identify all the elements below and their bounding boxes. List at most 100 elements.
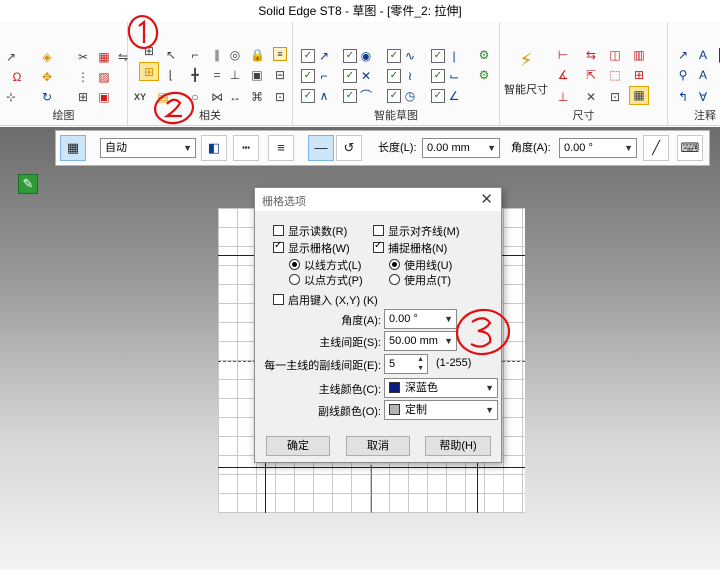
- major-spacing-input[interactable]: 50.00 mm ▼: [384, 331, 457, 351]
- xy-icon[interactable]: XY: [130, 90, 150, 104]
- intellisketch-check-icon[interactable]: [431, 49, 445, 63]
- leader-icon[interactable]: ↗: [676, 48, 690, 62]
- show-readout-checkbox[interactable]: [273, 225, 284, 236]
- datum-icon[interactable]: ▐: [712, 48, 720, 62]
- chamfer-dimension-icon[interactable]: ⇱: [584, 68, 598, 82]
- vertical-icon[interactable]: |: [447, 49, 461, 63]
- key-entry-checkbox[interactable]: [273, 294, 284, 305]
- length-input[interactable]: 0.00 mm ▼: [422, 138, 500, 158]
- intellisketch-check-icon[interactable]: [301, 89, 315, 103]
- feature-control-icon[interactable]: A: [696, 68, 710, 82]
- corner-icon[interactable]: ⌊: [164, 68, 178, 82]
- intellisketch-options-icon[interactable]: ⚙: [477, 48, 491, 62]
- point-mode-radio[interactable]: [289, 274, 300, 285]
- point-tool-icon[interactable]: ⊹: [4, 90, 18, 104]
- symmetric-icon[interactable]: ⋈: [210, 90, 224, 104]
- angle-input[interactable]: 0.00 ° ▼: [559, 138, 637, 158]
- offset-tool-icon[interactable]: ⋮: [76, 70, 90, 84]
- intersection-icon[interactable]: ✕: [359, 69, 373, 83]
- symmetric-diameter-icon[interactable]: ⇆: [584, 48, 598, 62]
- move-tool-icon[interactable]: ✥: [40, 70, 54, 84]
- line-mode-icon[interactable]: —: [308, 135, 334, 161]
- parallel-icon[interactable]: ∥: [210, 48, 224, 62]
- curve-icon[interactable]: ∿: [403, 49, 417, 63]
- perpendicular-icon[interactable]: ╋: [188, 68, 202, 82]
- rotate-tool-icon[interactable]: ↻: [40, 90, 54, 104]
- intellisketch-check-icon[interactable]: [387, 89, 401, 103]
- intellisketch-check-icon[interactable]: [387, 49, 401, 63]
- horizontal-snap-icon[interactable]: ⌙: [447, 69, 461, 83]
- surface-texture-icon[interactable]: ∀: [696, 90, 710, 104]
- close-icon[interactable]: ✕: [480, 190, 493, 208]
- radius-dimension-icon[interactable]: ◫: [608, 48, 622, 62]
- cursor-icon[interactable]: ↖: [164, 48, 178, 62]
- dimension-style-icon[interactable]: ⊡: [608, 90, 622, 104]
- arc-tool-icon[interactable]: Ω: [10, 70, 24, 84]
- show-grid-checkbox[interactable]: [273, 240, 284, 253]
- lock-icon[interactable]: 🔒: [250, 48, 265, 62]
- smart-dimension-icon[interactable]: ⚡: [515, 49, 537, 71]
- intellisketch-check-icon[interactable]: [343, 49, 357, 63]
- concentric-icon[interactable]: ◎: [228, 48, 242, 62]
- help-button[interactable]: 帮助(H): [425, 436, 491, 456]
- grid-style-icon[interactable]: ▦: [60, 135, 86, 161]
- pattern-tool-icon[interactable]: ▦: [97, 50, 111, 64]
- relation-helper-icon[interactable]: ⊟: [273, 68, 287, 82]
- callout-icon[interactable]: ↰: [676, 90, 690, 104]
- maintain-relation-icon[interactable]: ≡: [273, 47, 287, 61]
- major-color-select[interactable]: 深蓝色 ▼: [384, 378, 498, 398]
- intellisketch-check-icon[interactable]: [431, 69, 445, 83]
- intellisketch-check-icon[interactable]: [343, 69, 357, 83]
- horizontal-icon[interactable]: ⊥: [228, 68, 242, 82]
- diameter-dimension-icon[interactable]: ⬚: [608, 68, 622, 82]
- intellisketch-settings-icon[interactable]: ⚙: [477, 68, 491, 82]
- balloon-icon[interactable]: ⚲: [676, 68, 690, 82]
- fill-area-icon[interactable]: ▣: [97, 90, 111, 104]
- line-tool-icon[interactable]: ↗: [4, 50, 18, 64]
- match-icon[interactable]: ⌘: [250, 90, 264, 104]
- ok-button[interactable]: 确定: [266, 436, 330, 456]
- keyboard-icon[interactable]: ⌨: [677, 135, 703, 161]
- endpoint-icon[interactable]: ↗: [317, 49, 331, 63]
- line-type-icon[interactable]: ┅: [233, 135, 259, 161]
- intellisketch-check-icon[interactable]: [387, 69, 401, 83]
- use-points-radio[interactable]: [389, 274, 400, 285]
- text-icon[interactable]: A: [696, 48, 710, 62]
- minor-color-select[interactable]: 定制 ▼: [384, 400, 498, 420]
- smart-dimension-label[interactable]: 智能尺寸: [504, 81, 548, 97]
- attach-dimension-icon[interactable]: ▥: [632, 48, 646, 62]
- spin-arrows-icon[interactable]: ▲ ▼: [417, 355, 424, 373]
- cancel-button[interactable]: 取消: [346, 436, 410, 456]
- angle-line-icon[interactable]: ╱: [643, 135, 669, 161]
- hatch-tool-icon[interactable]: ▨: [97, 70, 111, 84]
- intellisketch-check-icon[interactable]: [431, 89, 445, 103]
- intellisketch-check-icon[interactable]: [301, 69, 315, 83]
- color-fill-icon[interactable]: ◧: [201, 135, 227, 161]
- tangent-snap-icon[interactable]: ∧: [317, 89, 331, 103]
- collinear-icon[interactable]: ↔: [228, 90, 242, 104]
- equal-icon[interactable]: =: [210, 68, 224, 82]
- relation-handles-icon[interactable]: ⊡: [273, 90, 287, 104]
- grid-options-icon[interactable]: ⊞: [142, 65, 156, 79]
- trim-tool-icon[interactable]: ✂: [76, 50, 90, 64]
- dimension-table-icon[interactable]: ▦: [632, 88, 646, 102]
- rigid-set-icon[interactable]: ▣: [250, 68, 264, 82]
- connect-icon[interactable]: ⌐: [188, 48, 202, 62]
- coordinate-dimension-icon[interactable]: ⊥: [556, 90, 570, 104]
- angle-icon[interactable]: ∠: [447, 89, 461, 103]
- copy-dimension-icon[interactable]: ⊞: [632, 68, 646, 82]
- distance-dimension-icon[interactable]: ⊢: [556, 48, 570, 62]
- quadrant-icon[interactable]: ◷: [403, 89, 417, 103]
- snap-grid-checkbox[interactable]: [373, 240, 384, 253]
- intellisketch-check-icon[interactable]: [343, 89, 357, 103]
- angular-coordinate-icon[interactable]: ✕: [584, 90, 598, 104]
- dimension-tool-icon[interactable]: ⊞: [76, 90, 90, 104]
- point-on-icon[interactable]: ≀: [403, 69, 417, 83]
- style-select[interactable]: 自动 ▼: [100, 138, 196, 158]
- fill-tool-icon[interactable]: ◈: [40, 50, 54, 64]
- center-snap-icon[interactable]: ◉: [359, 49, 373, 63]
- midpoint-icon[interactable]: ⌐: [317, 69, 331, 83]
- line-width-icon[interactable]: ≡: [268, 135, 294, 161]
- arc-mode-icon[interactable]: ↺: [336, 135, 362, 161]
- sketch-status-icon[interactable]: ✎: [18, 174, 38, 194]
